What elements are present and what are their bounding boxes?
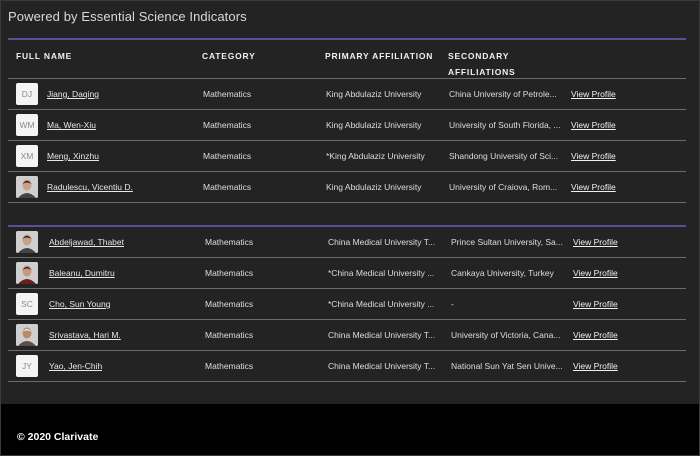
view-profile-link[interactable]: View Profile bbox=[571, 110, 616, 140]
table-body: Abdeljawad, Thabet Mathematics China Medic… bbox=[8, 227, 686, 382]
table-row: Abdeljawad, Thabet Mathematics China Medic… bbox=[8, 227, 686, 258]
table-row: Baleanu, Dumitru Mathematics *China Medica… bbox=[8, 258, 686, 289]
footer-bar bbox=[1, 404, 699, 455]
avatar-photo bbox=[16, 262, 38, 284]
researcher-name-link[interactable]: Radulescu, Vicentiu D. bbox=[47, 172, 133, 202]
category-cell: Mathematics bbox=[203, 151, 252, 161]
secondary-affiliation-cell: Shandong University of Sci... bbox=[449, 151, 559, 161]
avatar-photo bbox=[16, 176, 38, 198]
column-header-secondary-affiliations: SECONDARY AFFILIATIONS bbox=[448, 51, 516, 77]
primary-affiliation-cell: *King Abdulaziz University bbox=[326, 151, 425, 161]
avatar-initials: DJ bbox=[16, 83, 38, 105]
powered-by-caption: Powered by Essential Science Indicators bbox=[8, 9, 247, 24]
researcher-name-link[interactable]: Srivastava, Hari M. bbox=[49, 320, 121, 350]
category-cell: Mathematics bbox=[205, 361, 254, 371]
researcher-name-link[interactable]: Cho, Sun Young bbox=[49, 289, 110, 319]
avatar-initials: WM bbox=[16, 114, 38, 136]
table-row: Srivastava, Hari M. Mathematics China Medi… bbox=[8, 320, 686, 351]
secondary-affiliation-cell: University of Craiova, Rom... bbox=[449, 182, 558, 192]
table-body: DJ Jiang, Daqing Mathematics King Abdulaziz… bbox=[8, 79, 686, 203]
category-cell: Mathematics bbox=[205, 330, 254, 340]
avatar-photo bbox=[16, 324, 38, 346]
secondary-affiliation-cell: China University of Petrole... bbox=[449, 89, 557, 99]
category-cell: Mathematics bbox=[205, 299, 254, 309]
avatar-initials: JY bbox=[16, 355, 38, 377]
avatar-initials: SC bbox=[16, 293, 38, 315]
primary-affiliation-cell: King Abdulaziz University bbox=[326, 89, 422, 99]
researcher-name-link[interactable]: Meng, Xinzhu bbox=[47, 141, 99, 171]
view-profile-link[interactable]: View Profile bbox=[573, 227, 618, 257]
view-profile-link[interactable]: View Profile bbox=[571, 141, 616, 171]
view-profile-link[interactable]: View Profile bbox=[573, 320, 618, 350]
copyright-text: © 2020 Clarivate bbox=[17, 431, 99, 443]
primary-affiliation-cell: King Abdulaziz University bbox=[326, 120, 422, 130]
researcher-name-link[interactable]: Ma, Wen-Xiu bbox=[47, 110, 96, 140]
researcher-name-link[interactable]: Baleanu, Dumitru bbox=[49, 258, 115, 288]
view-profile-link[interactable]: View Profile bbox=[571, 172, 616, 202]
table-row: DJ Jiang, Daqing Mathematics King Abdulaziz… bbox=[8, 79, 686, 110]
category-cell: Mathematics bbox=[205, 237, 254, 247]
primary-affiliation-cell: China Medical University T... bbox=[328, 361, 436, 371]
secondary-affiliation-cell: Cankaya University, Turkey bbox=[451, 268, 554, 278]
table-row: XM Meng, Xinzhu Mathematics *King Abdulaziz… bbox=[8, 141, 686, 172]
avatar-photo bbox=[16, 231, 38, 253]
table-row: JY Yao, Jen-Chih Mathematics China Medical … bbox=[8, 351, 686, 382]
category-cell: Mathematics bbox=[203, 120, 252, 130]
avatar-initials: XM bbox=[16, 145, 38, 167]
primary-affiliation-cell: China Medical University T... bbox=[328, 237, 436, 247]
researchers-table-secondary: Abdeljawad, Thabet Mathematics China Medic… bbox=[8, 225, 686, 382]
category-cell: Mathematics bbox=[205, 268, 254, 278]
secondary-affiliation-cell: National Sun Yat Sen Unive... bbox=[451, 361, 563, 371]
column-header-full-name: FULL NAME bbox=[16, 51, 73, 61]
table-row: SC Cho, Sun Young Mathematics *China Medica… bbox=[8, 289, 686, 320]
researchers-table-primary: FULL NAME CATEGORY PRIMARY AFFILIATION S… bbox=[8, 38, 686, 203]
primary-affiliation-cell: *China Medical University ... bbox=[328, 268, 435, 278]
table-row: Radulescu, Vicentiu D. Mathematics King Ab… bbox=[8, 172, 686, 203]
view-profile-link[interactable]: View Profile bbox=[573, 258, 618, 288]
secondary-affiliation-cell: Prince Sultan University, Sa... bbox=[451, 237, 563, 247]
table-header: FULL NAME CATEGORY PRIMARY AFFILIATION S… bbox=[8, 40, 686, 79]
column-header-primary-affiliation: PRIMARY AFFILIATION bbox=[325, 51, 434, 61]
primary-affiliation-cell: King Abdulaziz University bbox=[326, 182, 422, 192]
view-profile-link[interactable]: View Profile bbox=[573, 351, 618, 381]
secondary-affiliation-cell: University of Victoria, Cana... bbox=[451, 330, 561, 340]
researcher-name-link[interactable]: Yao, Jen-Chih bbox=[49, 351, 102, 381]
view-profile-link[interactable]: View Profile bbox=[573, 289, 618, 319]
view-profile-link[interactable]: View Profile bbox=[571, 79, 616, 109]
primary-affiliation-cell: *China Medical University ... bbox=[328, 299, 435, 309]
secondary-affiliation-cell: University of South Florida, ... bbox=[449, 120, 561, 130]
researcher-name-link[interactable]: Jiang, Daqing bbox=[47, 79, 99, 109]
category-cell: Mathematics bbox=[203, 182, 252, 192]
primary-affiliation-cell: China Medical University T... bbox=[328, 330, 436, 340]
category-cell: Mathematics bbox=[203, 89, 252, 99]
table-row: WM Ma, Wen-Xiu Mathematics King Abdulaziz U… bbox=[8, 110, 686, 141]
column-header-category: CATEGORY bbox=[202, 51, 256, 61]
researcher-name-link[interactable]: Abdeljawad, Thabet bbox=[49, 227, 124, 257]
secondary-affiliation-cell: - bbox=[451, 299, 454, 309]
